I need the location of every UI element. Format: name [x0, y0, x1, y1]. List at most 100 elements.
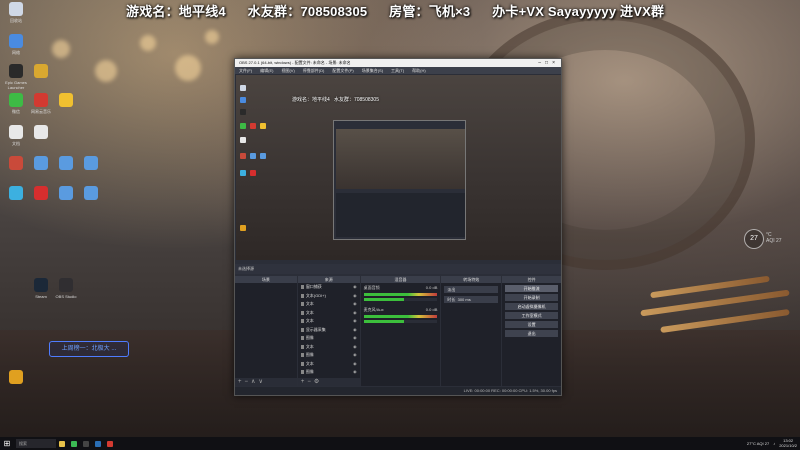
- obs-preview[interactable]: 游戏名：地平线4 水友群：708508305: [236, 75, 561, 260]
- sources-list: 窗口捕获 ◉ 文本(GDI+) ◉ 文本 ◉ 文本 ◉ 文本 ◉ 显示器采集 ◉ 图像 ◉ 文本 ◉ 图像 ◉ 文本…: [298, 283, 360, 385]
- desktop-icon[interactable]: Epic Games Launcher: [3, 64, 29, 90]
- menu-profile[interactable]: 配置文件(P): [328, 67, 357, 74]
- desktop-icon[interactable]: [53, 93, 79, 109]
- desktop-icon[interactable]: [28, 186, 54, 202]
- source-item[interactable]: 文本 ◉: [298, 317, 360, 326]
- desktop-icon[interactable]: 文档: [3, 125, 29, 147]
- wallpaper-bokeh: [205, 30, 219, 44]
- chrome-icon: [71, 440, 77, 447]
- wallpaper-bokeh: [140, 35, 156, 51]
- menu-help[interactable]: 帮助(H): [408, 67, 430, 74]
- source-item[interactable]: 显示器采集 ◉: [298, 326, 360, 335]
- volume-slider[interactable]: [363, 298, 438, 301]
- desktop-icon[interactable]: [28, 156, 54, 172]
- app-icon: [9, 125, 23, 139]
- obs-window[interactable]: OBS 27.0.1 (64-bit, windows) - 配置文件: 未命名…: [234, 58, 562, 396]
- menu-tools[interactable]: 工具(T): [387, 67, 408, 74]
- transition-duration-field[interactable]: 时长 300 ms: [444, 296, 499, 303]
- desktop-icon[interactable]: [28, 125, 54, 141]
- source-item[interactable]: 文本 ◉: [298, 300, 360, 309]
- eye-icon[interactable]: ◉: [353, 343, 357, 352]
- eye-icon[interactable]: ◉: [353, 300, 357, 309]
- wallpaper-bokeh: [95, 60, 117, 82]
- desktop-icon[interactable]: 网易云音乐: [28, 93, 54, 115]
- exit-button[interactable]: 退出: [505, 330, 558, 337]
- wallpaper-bokeh: [175, 55, 201, 81]
- settings-button[interactable]: 设置: [505, 321, 558, 328]
- eye-icon[interactable]: ◉: [353, 283, 357, 292]
- eye-icon[interactable]: ◉: [353, 351, 357, 360]
- audio-meter: [363, 315, 438, 318]
- desktop-icon[interactable]: [53, 156, 79, 172]
- eye-icon[interactable]: ◉: [353, 360, 357, 369]
- source-item[interactable]: 文本 ◉: [298, 309, 360, 318]
- obs-status-bar: LIVE: 00:00:00 REC: 00:00:00 CPU: 1.5%, …: [235, 387, 561, 395]
- desktop-icon[interactable]: OBS Studio: [53, 278, 79, 299]
- window-controls[interactable]: –□×: [538, 59, 559, 67]
- no-source-label: 未选择源: [238, 266, 254, 271]
- source-item[interactable]: 窗口捕获 ◉: [298, 283, 360, 292]
- taskbar-app-chrome[interactable]: [68, 437, 80, 450]
- source-item[interactable]: 文本 ◉: [298, 343, 360, 352]
- desktop-icon-label: 回收站: [10, 18, 22, 23]
- desktop-icon[interactable]: 微信: [3, 93, 29, 115]
- desktop-icon[interactable]: 网络: [3, 34, 29, 56]
- menu-view[interactable]: 视图(V): [277, 67, 298, 74]
- studio-mode-button[interactable]: 工作室模式: [505, 312, 558, 319]
- preview-desktop-icon: [250, 153, 256, 159]
- desktop-icon[interactable]: [53, 186, 79, 202]
- desktop-icon[interactable]: 回收站: [3, 2, 29, 24]
- move-down-icon[interactable]: ∨: [258, 379, 265, 385]
- mixer-channel-name: 麦克风/Aux: [363, 307, 384, 312]
- virtual-camera-button[interactable]: 启动虚拟摄像机: [505, 303, 558, 310]
- app-icon: [9, 2, 23, 16]
- desktop-icon[interactable]: [3, 156, 29, 172]
- start-recording-button[interactable]: 开始录制: [505, 294, 558, 301]
- eye-icon[interactable]: ◉: [353, 309, 357, 318]
- eye-icon[interactable]: ◉: [353, 334, 357, 343]
- desktop-icon[interactable]: [28, 64, 54, 80]
- mixer-dock: 混音器 桌面音频 0.0 dB 麦克风/Aux 0.0 dB: [360, 276, 441, 386]
- eye-icon[interactable]: ◉: [353, 317, 357, 326]
- eye-icon[interactable]: ◉: [353, 292, 357, 301]
- source-item[interactable]: 图像 ◉: [298, 368, 360, 377]
- volume-slider[interactable]: [363, 320, 438, 323]
- scenes-dock-footer: +−∧∨: [235, 378, 297, 386]
- taskbar-app-steam[interactable]: [92, 437, 104, 450]
- source-item[interactable]: 文本 ◉: [298, 360, 360, 369]
- preview-desktop-icon: [240, 137, 246, 143]
- desktop-icon[interactable]: [3, 370, 29, 386]
- desktop-icon[interactable]: Steam: [28, 278, 54, 299]
- windows-start-icon[interactable]: ⊞: [0, 437, 14, 450]
- taskbar-app-obs[interactable]: [80, 437, 92, 450]
- weather-temp-badge[interactable]: 27: [744, 229, 764, 249]
- start-streaming-button[interactable]: 开始推流: [505, 285, 558, 292]
- weather-aqi: AQI 27: [766, 238, 782, 244]
- taskbar-app-explorer[interactable]: [56, 437, 68, 450]
- menu-docks[interactable]: 停靠部件(D): [299, 67, 329, 74]
- source-item[interactable]: 图像 ◉: [298, 334, 360, 343]
- taskbar-app-forza[interactable]: [104, 437, 116, 450]
- tray-clock[interactable]: 13:02 2021/10/2: [779, 438, 797, 448]
- close-icon[interactable]: ×: [552, 60, 559, 66]
- preview-desktop-icon: [240, 123, 246, 129]
- taskbar-search-input[interactable]: 搜索: [16, 439, 56, 448]
- app-icon: [59, 186, 73, 200]
- speaker-icon[interactable]: ♪: [773, 441, 775, 446]
- obs-titlebar[interactable]: OBS 27.0.1 (64-bit, windows) - 配置文件: 未命名…: [235, 59, 561, 67]
- source-item[interactable]: 文本(GDI+) ◉: [298, 292, 360, 301]
- menu-scene-collection[interactable]: 场景集合(S): [358, 67, 387, 74]
- desktop-icon[interactable]: [78, 156, 104, 172]
- desktop-icon[interactable]: [78, 186, 104, 202]
- source-item[interactable]: 图像 ◉: [298, 351, 360, 360]
- gear-icon[interactable]: ⚙: [314, 379, 322, 385]
- eye-icon[interactable]: ◉: [353, 368, 357, 377]
- tray-weather[interactable]: 27°C AQI 27: [747, 441, 769, 446]
- transition-select[interactable]: 淡出: [444, 286, 499, 293]
- eye-icon[interactable]: ◉: [353, 326, 357, 335]
- menu-file[interactable]: 文件(F): [235, 67, 256, 74]
- controls-dock: 控件 开始推流 开始录制 启动虚拟摄像机 工作室模式 设置 退出: [502, 276, 561, 386]
- menu-edit[interactable]: 编辑(E): [256, 67, 277, 74]
- desktop-icon[interactable]: [3, 186, 29, 202]
- source-item-label: 显示器采集: [305, 326, 326, 332]
